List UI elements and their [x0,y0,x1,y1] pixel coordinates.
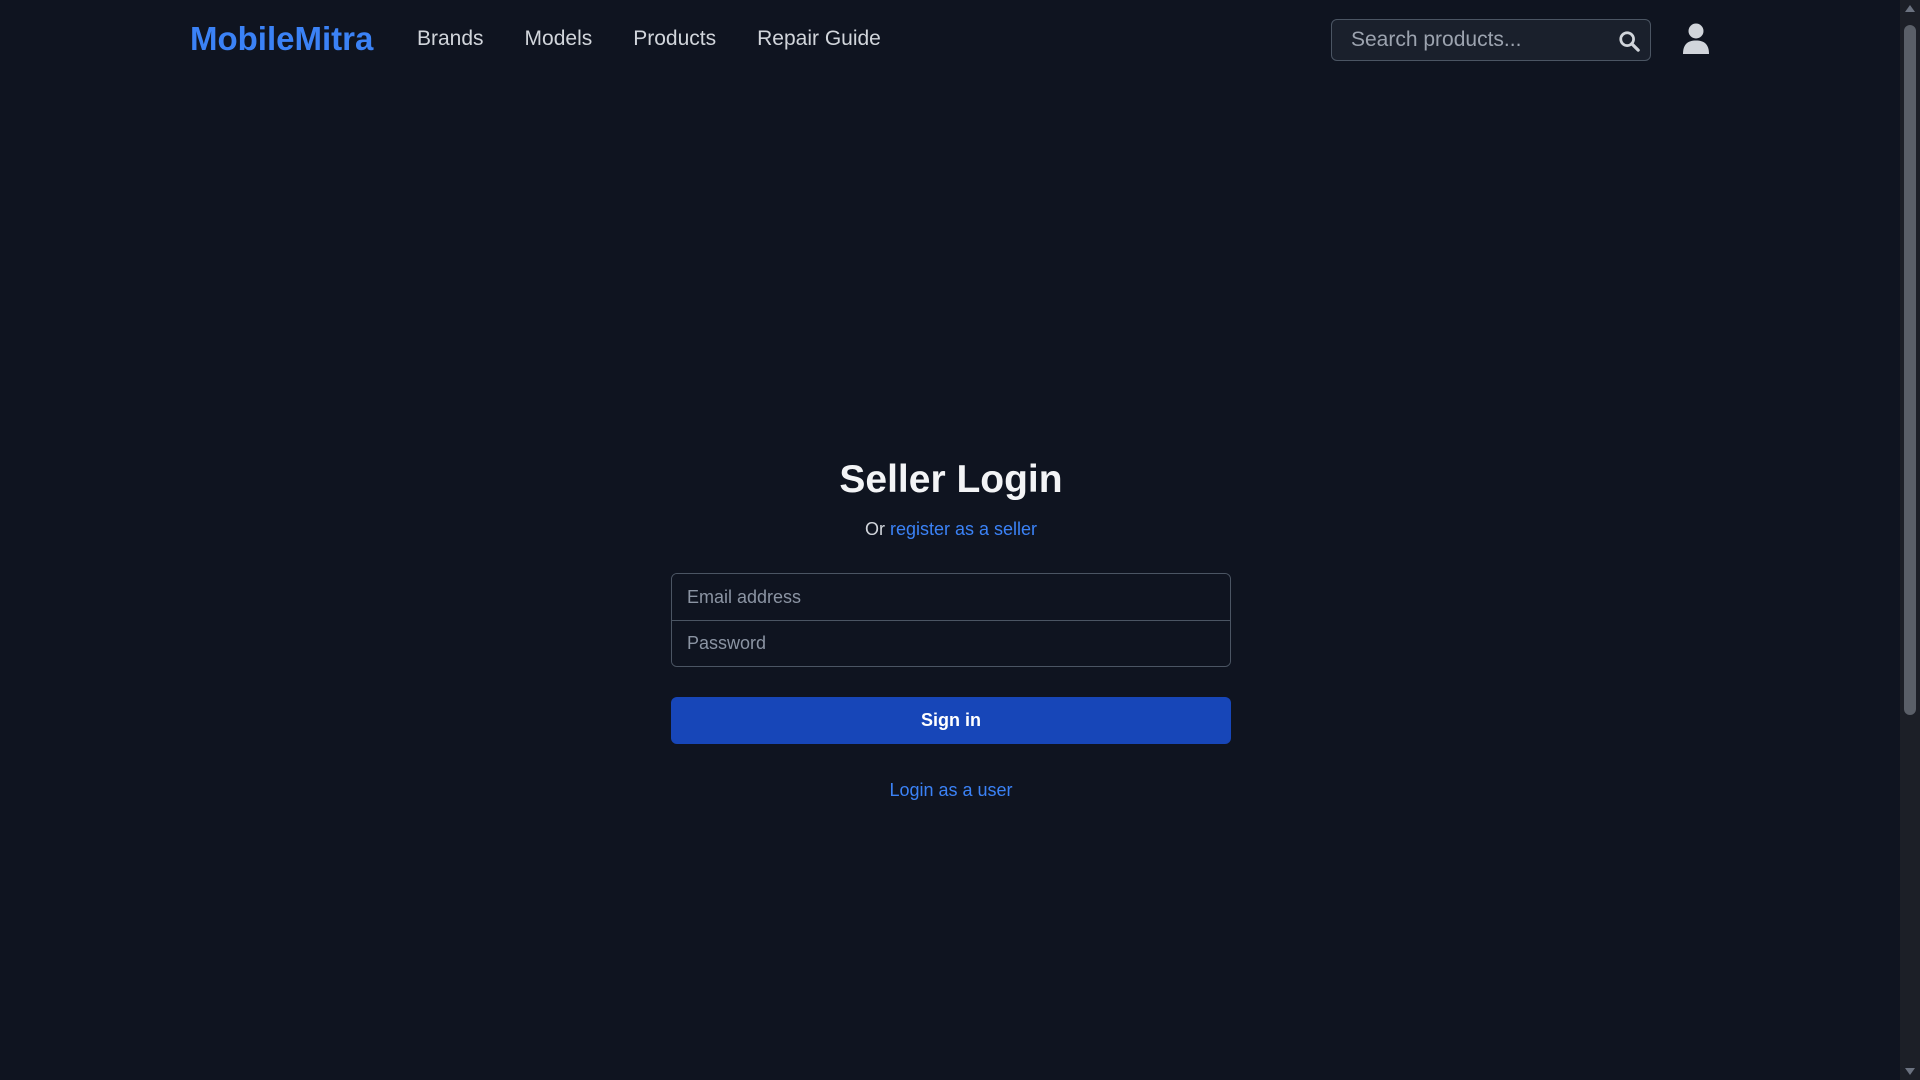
user-account-icon[interactable] [1681,23,1711,55]
register-seller-link[interactable]: register as a seller [890,519,1037,539]
email-field[interactable] [672,574,1230,620]
main-nav: Brands Models Products Repair Guide [417,27,922,51]
login-subtitle: Or register as a seller [671,519,1231,540]
sign-in-button[interactable]: Sign in [671,697,1231,744]
page: MobileMitra Brands Models Products Repai… [0,0,1920,1080]
search-icon[interactable] [1618,30,1640,52]
login-as-user-link[interactable]: Login as a user [671,780,1231,801]
search-box [1331,19,1651,61]
search-input[interactable] [1332,20,1602,60]
scroll-down-arrow-icon[interactable] [1905,1068,1915,1075]
scrollbar-thumb[interactable] [1904,25,1916,715]
subtitle-prefix: Or [864,519,885,539]
site-logo[interactable]: MobileMitra [190,20,373,58]
password-field[interactable] [672,620,1230,666]
credentials-group [671,573,1231,667]
scroll-up-arrow-icon[interactable] [1905,5,1915,12]
nav-models-link[interactable]: Models [525,27,593,51]
nav-products-link[interactable]: Products [633,27,716,51]
seller-login-form: Seller Login Or register as a seller Sig… [671,455,1231,801]
nav-brands-link[interactable]: Brands [417,27,484,51]
nav-repair-guide-link[interactable]: Repair Guide [757,27,881,51]
top-navbar: MobileMitra Brands Models Products Repai… [0,0,1900,80]
page-title: Seller Login [839,458,1063,501]
vertical-scrollbar[interactable] [1900,0,1920,1080]
